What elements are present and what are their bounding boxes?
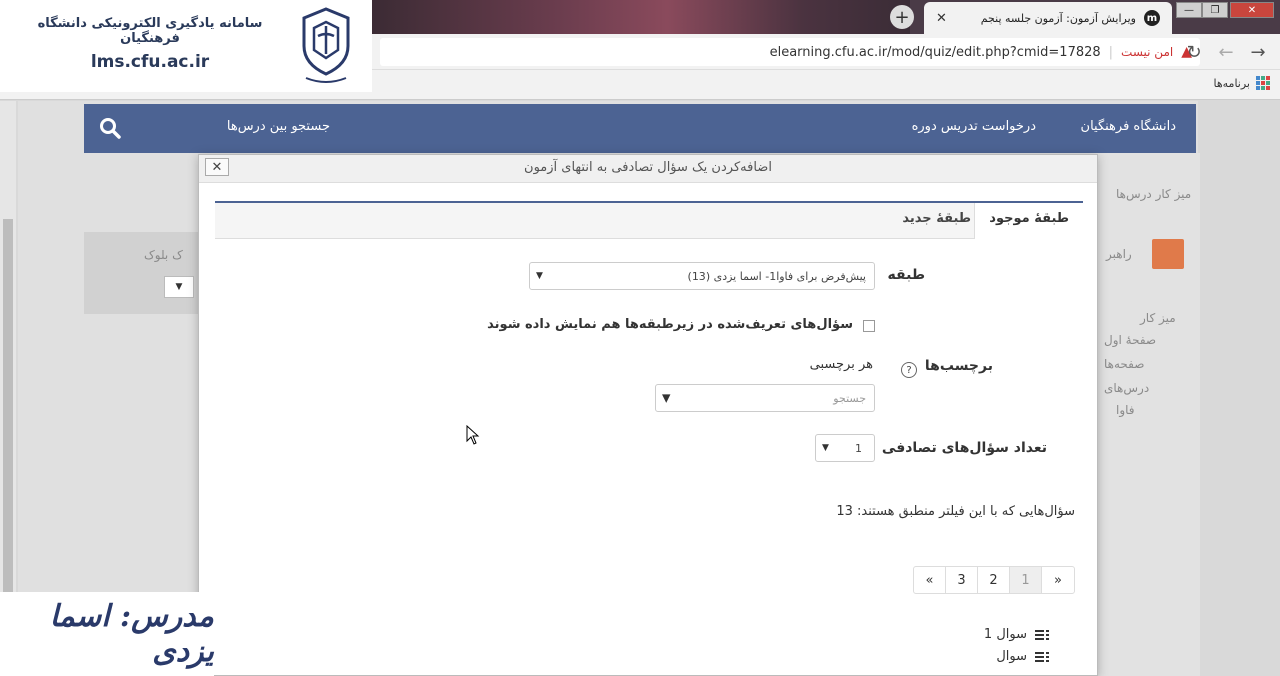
tab-close-icon[interactable]: ✕ — [936, 11, 947, 26]
category-tabs: طبقهٔ موجود طبقهٔ جدید — [215, 201, 1083, 239]
scrollbar-thumb[interactable] — [3, 219, 13, 631]
nav-teaching-request-link[interactable]: درخواست تدریس دوره — [912, 119, 1036, 134]
include-subcategories-checkbox[interactable] — [863, 320, 875, 332]
help-icon[interactable]: ? — [901, 362, 917, 378]
question-name: سوال 1 — [983, 627, 1027, 642]
add-block-select[interactable]: ▼ — [164, 276, 194, 298]
bg-nav-item: صفحه‌ها — [1104, 357, 1145, 371]
pager-page-1: 1 — [1010, 567, 1042, 593]
category-select[interactable]: پیش‌فرض برای فاوا1- اسما یزدی (13) ▼ — [529, 262, 875, 290]
url-field[interactable]: elearning.cfu.ac.ir/mod/quiz/edit.php?cm… — [380, 38, 1200, 66]
new-tab-button[interactable]: + — [890, 5, 914, 29]
matching-questions-text: سؤال‌هایی که با این فیلتر منطبق هستند: 1… — [836, 504, 1075, 519]
bg-nav-item: درس‌های — [1104, 381, 1150, 395]
question-list-icon — [1035, 651, 1049, 663]
question-list-icon — [1035, 629, 1049, 641]
university-logo-icon — [302, 7, 350, 83]
list-item: سوال — [996, 649, 1049, 664]
chevron-down-icon: ▼ — [662, 391, 671, 405]
bg-nav-item: صفحهٔ اول — [1104, 333, 1157, 347]
list-item: سوال 1 — [984, 627, 1049, 642]
pager-page-2[interactable]: 2 — [978, 567, 1010, 593]
pager-prev[interactable]: « — [914, 567, 946, 593]
add-random-question-dialog: اضافه‌کردن یک سؤال تصادفی به انتهای آزمو… — [198, 154, 1098, 676]
random-count-label: تعداد سؤال‌های تصادفی — [881, 440, 1047, 456]
dialog-title: اضافه‌کردن یک سؤال تصادفی به انتهای آزمو… — [524, 160, 772, 175]
pagination: « 3 2 1 » — [913, 566, 1075, 594]
question-name: سوال — [996, 649, 1027, 664]
back-icon[interactable]: → — [1246, 40, 1270, 64]
site-navbar: دانشگاه فرهنگیان درخواست تدریس دوره جستج… — [84, 104, 1196, 153]
dialog-header: اضافه‌کردن یک سؤال تصادفی به انتهای آزمو… — [199, 155, 1097, 183]
any-tag-label: هر برچسبی — [809, 357, 873, 372]
mouse-cursor-icon — [466, 425, 480, 445]
nav-home-link[interactable]: دانشگاه فرهنگیان — [1081, 119, 1176, 134]
add-block-label: ک بلوک — [144, 248, 183, 262]
apps-shortcut[interactable]: برنامه‌ها — [1213, 76, 1270, 90]
bg-nav-item: میز کار — [1140, 311, 1176, 325]
brand-overlay: سامانه یادگیری الکترونیکی دانشگاه فرهنگی… — [0, 0, 372, 92]
navigation-block-title: راهبر — [1106, 247, 1132, 261]
browser-tab-active[interactable]: m ویرایش آزمون: آزمون جلسه پنجم ✕ — [924, 2, 1172, 34]
tags-search-input[interactable]: جستجو ▼ — [655, 384, 875, 412]
page-scrollbar[interactable] — [0, 101, 16, 676]
tags-label: برچسب‌ها — [924, 358, 993, 374]
url-separator: | — [1108, 44, 1114, 60]
category-selected-value: پیش‌فرض برای فاوا1- اسما یزدی (13) — [687, 269, 866, 283]
instructor-watermark: مدرس: اسما یزدی — [0, 592, 214, 676]
navigation-block-icon — [1152, 239, 1184, 269]
url-text: elearning.cfu.ac.ir/mod/quiz/edit.php?cm… — [769, 44, 1101, 60]
chevron-down-icon: ▼ — [536, 271, 543, 281]
window-maximize-button[interactable]: ❐ — [1202, 2, 1228, 18]
search-icon[interactable] — [98, 116, 122, 140]
apps-label: برنامه‌ها — [1213, 76, 1251, 90]
add-block-panel: ک بلوک ▼ — [84, 232, 200, 314]
tab-title: ویرایش آزمون: آزمون جلسه پنجم — [980, 11, 1136, 25]
tabstrip-background — [370, 0, 910, 34]
bg-nav-item: فاوا — [1116, 403, 1135, 417]
brand-domain: lms.cfu.ac.ir — [90, 52, 210, 72]
tab-existing-category[interactable]: طبقهٔ موجود — [974, 203, 1083, 239]
category-label: طبقه — [887, 267, 925, 283]
pager-next[interactable]: » — [1042, 567, 1074, 593]
tags-search-placeholder: جستجو — [833, 391, 866, 405]
moodle-favicon-icon: m — [1144, 10, 1160, 26]
background-breadcrumb: میز کار درس‌ها — [1116, 187, 1192, 201]
include-subcategories-label: سؤال‌های تعریف‌شده در زیرطبقه‌ها هم نمای… — [487, 317, 853, 332]
pager-page-3[interactable]: 3 — [946, 567, 978, 593]
instructor-name: مدرس: اسما یزدی — [49, 599, 214, 669]
nav-course-search-link[interactable]: جستجو بین درس‌ها — [227, 119, 330, 134]
not-secure-label[interactable]: امن نیست — [1121, 45, 1173, 59]
random-count-value: 1 — [855, 441, 862, 455]
brand-title: سامانه یادگیری الکترونیکی دانشگاه فرهنگی… — [37, 16, 263, 46]
forward-icon[interactable]: ← — [1214, 40, 1238, 64]
apps-grid-icon — [1256, 76, 1270, 90]
window-close-button[interactable]: ✕ — [1230, 2, 1274, 18]
random-count-select[interactable]: 1 ▼ — [815, 434, 875, 462]
tab-new-category[interactable]: طبقهٔ جدید — [888, 203, 985, 239]
reload-icon[interactable]: ↻ — [1182, 40, 1206, 64]
dialog-close-button[interactable]: ✕ — [205, 158, 229, 176]
chevron-down-icon: ▼ — [822, 443, 829, 453]
right-sidebar-background: میز کار درس‌ها راهبر میز کار صفحهٔ اول ص… — [1100, 153, 1200, 676]
window-minimize-button[interactable]: — — [1176, 2, 1202, 18]
